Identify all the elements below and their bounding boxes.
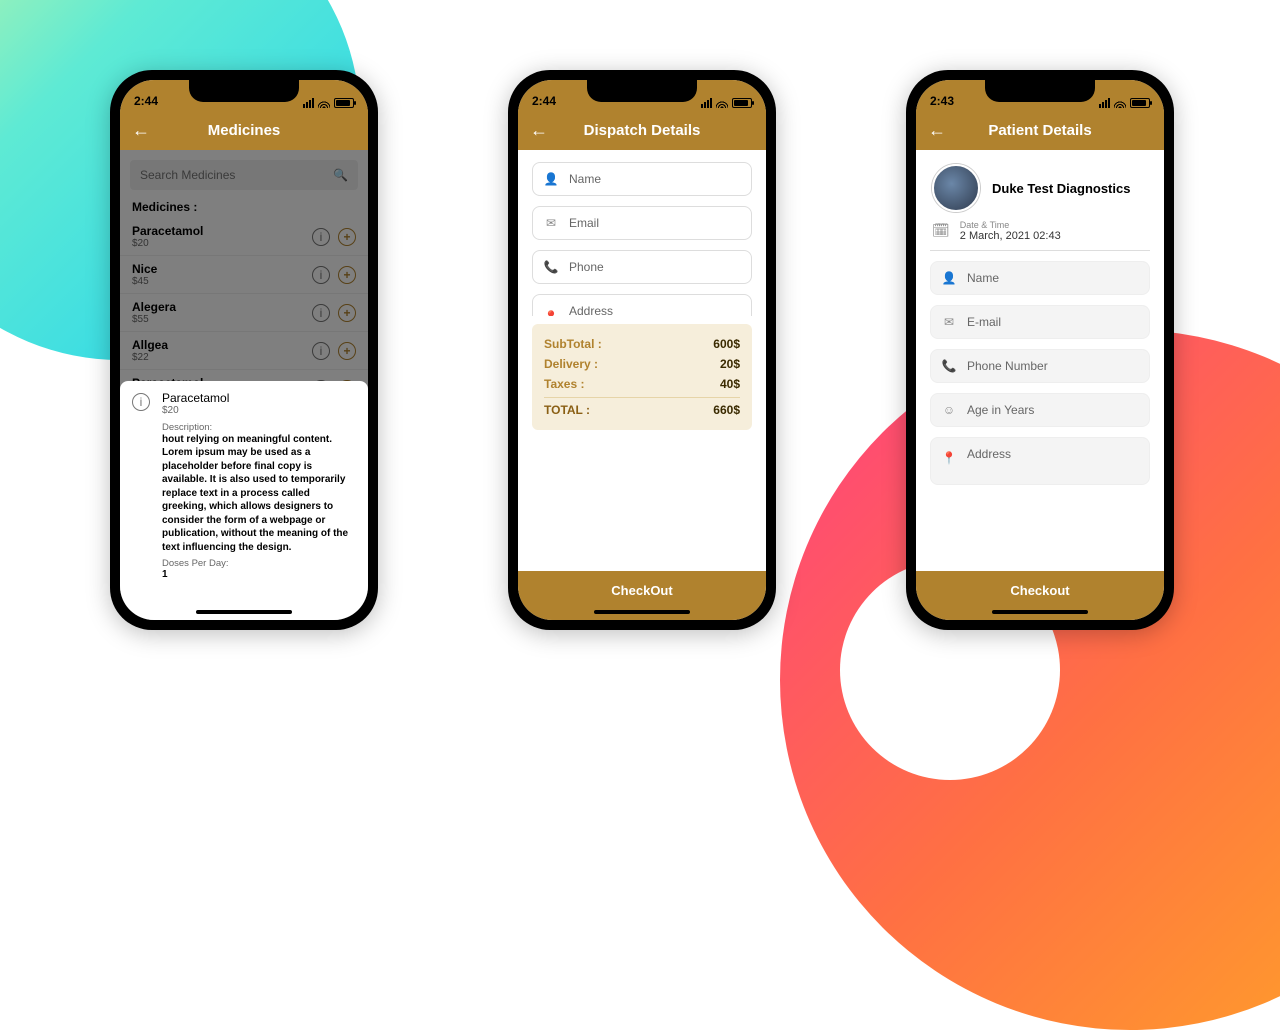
status-time: 2:44 xyxy=(134,94,158,108)
email-field[interactable]: ✉E-mail xyxy=(930,305,1150,339)
app-header: ← Medicines xyxy=(120,110,368,150)
wifi-icon xyxy=(716,98,728,108)
name-field[interactable]: 👤Name xyxy=(930,261,1150,295)
device-notch xyxy=(189,80,299,102)
home-indicator xyxy=(992,610,1088,614)
home-indicator xyxy=(196,610,292,614)
signal-icon xyxy=(303,98,314,108)
location-icon: 📍 xyxy=(941,451,957,465)
org-header: Duke Test Diagnostics xyxy=(916,150,1164,220)
datetime-label: Date & Time xyxy=(960,220,1061,230)
wifi-icon xyxy=(318,98,330,108)
phone-icon: 📞 xyxy=(543,260,559,274)
detail-name: Paracetamol xyxy=(162,391,356,405)
avatar xyxy=(932,164,980,212)
phone-field[interactable]: 📞Phone xyxy=(532,250,752,284)
wifi-icon xyxy=(1114,98,1126,108)
battery-icon xyxy=(1130,98,1150,108)
battery-icon xyxy=(732,98,752,108)
taxes-value: 40$ xyxy=(720,377,740,391)
datetime-value: 2 March, 2021 02:43 xyxy=(960,230,1061,242)
phone-patient: 2:43 ← Patient Details Duke Test Diagnos… xyxy=(906,70,1174,630)
mail-icon: ✉ xyxy=(543,216,559,230)
total-label: TOTAL : xyxy=(544,403,590,417)
back-icon[interactable]: ← xyxy=(132,121,150,139)
app-header: ← Dispatch Details xyxy=(518,110,766,150)
total-value: 660$ xyxy=(713,403,740,417)
detail-price: $20 xyxy=(162,405,356,416)
signal-icon xyxy=(701,98,712,108)
signal-icon xyxy=(1099,98,1110,108)
person-icon: 👤 xyxy=(543,172,559,186)
home-indicator xyxy=(594,610,690,614)
person-icon: 👤 xyxy=(941,271,957,285)
phone-dispatch: 2:44 ← Dispatch Details 👤Name ✉Email xyxy=(508,70,776,630)
location-icon: 📍 xyxy=(543,310,559,316)
device-notch xyxy=(985,80,1095,102)
mail-icon: ✉ xyxy=(941,315,957,329)
phone-field[interactable]: 📞Phone Number xyxy=(930,349,1150,383)
back-icon[interactable]: ← xyxy=(928,121,946,139)
subtotal-value: 600$ xyxy=(713,337,740,351)
page-title: Dispatch Details xyxy=(518,122,766,139)
info-icon: i xyxy=(132,393,150,411)
back-icon[interactable]: ← xyxy=(530,121,548,139)
calendar-icon: 🗓 xyxy=(932,222,950,239)
taxes-label: Taxes : xyxy=(544,377,584,391)
org-name: Duke Test Diagnostics xyxy=(992,181,1130,196)
doses-value: 1 xyxy=(162,569,356,580)
smile-icon: ☺ xyxy=(941,403,957,417)
subtotal-label: SubTotal : xyxy=(544,337,602,351)
page-title: Medicines xyxy=(120,122,368,139)
name-field[interactable]: 👤Name xyxy=(532,162,752,196)
medicine-detail-sheet: i Paracetamol $20 Description: hout rely… xyxy=(120,381,368,621)
address-field[interactable]: 📍Address xyxy=(930,437,1150,485)
description-text: hout relying on meaningful content. Lore… xyxy=(162,433,356,555)
phone-icon: 📞 xyxy=(941,359,957,373)
status-time: 2:44 xyxy=(532,94,556,108)
page-title: Patient Details xyxy=(916,122,1164,139)
doses-label: Doses Per Day: xyxy=(162,558,356,569)
divider xyxy=(930,250,1150,251)
totals-box: SubTotal :600$ Delivery :20$ Taxes :40$ … xyxy=(532,324,752,430)
age-field[interactable]: ☺Age in Years xyxy=(930,393,1150,427)
device-notch xyxy=(587,80,697,102)
delivery-label: Delivery : xyxy=(544,357,598,371)
email-field[interactable]: ✉Email xyxy=(532,206,752,240)
app-header: ← Patient Details xyxy=(916,110,1164,150)
showcase: 2:44 ← Medicines 🔍 Medicines xyxy=(0,0,1280,720)
address-field[interactable]: 📍Address xyxy=(532,294,752,316)
battery-icon xyxy=(334,98,354,108)
phone-medicines: 2:44 ← Medicines 🔍 Medicines xyxy=(110,70,378,630)
status-time: 2:43 xyxy=(930,94,954,108)
description-label: Description: xyxy=(162,422,356,433)
datetime-row: 🗓 Date & Time 2 March, 2021 02:43 xyxy=(916,220,1164,246)
delivery-value: 20$ xyxy=(720,357,740,371)
